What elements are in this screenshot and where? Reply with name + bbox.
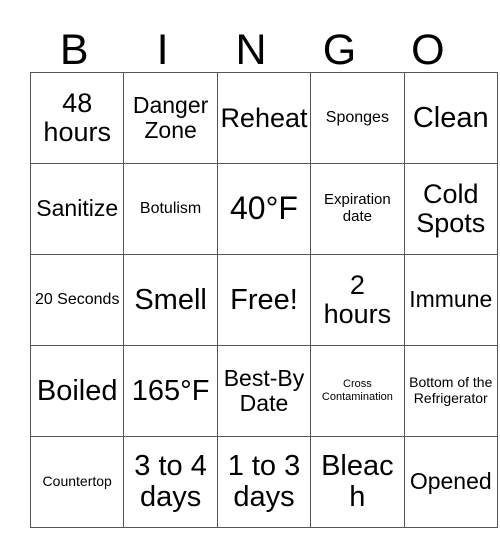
bingo-cell-label: 3 to 4 days [134, 450, 207, 513]
bingo-cell[interactable]: 48 hours [29, 72, 125, 164]
bingo-cell[interactable]: Bottom of the Refrigerator [403, 345, 498, 437]
bingo-cell-label: Expiration date [324, 191, 391, 225]
bingo-cell[interactable]: Danger Zone [123, 72, 218, 164]
bingo-grid-body: 48 hours Danger Zone Reheat Sponges Clea… [29, 72, 498, 528]
bingo-cell-label: Smell [134, 283, 207, 316]
bingo-row: Sanitize Botulism 40°F Expiration date C… [29, 163, 498, 255]
bingo-cell[interactable]: Immune [403, 254, 498, 346]
bingo-cell-label: 165°F [131, 374, 210, 407]
bingo-row: Countertop 3 to 4 days 1 to 3 days Bleac… [29, 436, 498, 528]
bingo-cell[interactable]: Boiled [29, 345, 125, 437]
bingo-cell[interactable]: Reheat [216, 72, 312, 164]
bingo-cell-label: Bleach [321, 450, 394, 513]
header-letter-b: B [59, 26, 89, 74]
bingo-cell[interactable]: Bleach [310, 436, 405, 528]
bingo-cell-label: 1 to 3 days [227, 450, 301, 513]
bingo-cell[interactable]: Clean [403, 72, 498, 164]
bingo-cell-label: Sanitize [36, 195, 119, 222]
bingo-cell-label: Best-By Date [223, 364, 305, 416]
header-letter-o: O [411, 26, 445, 74]
bingo-cell[interactable]: 3 to 4 days [123, 436, 218, 528]
bingo-cell[interactable]: Botulism [123, 163, 218, 255]
bingo-cell-label: Immune [409, 286, 493, 313]
bingo-cell-label: Opened [409, 468, 492, 495]
bingo-cell[interactable]: Sponges [310, 72, 405, 164]
bingo-cell-label: 2 hours [323, 270, 392, 329]
bingo-cell[interactable]: Cross Contamination [310, 345, 405, 437]
bingo-card: B I N G O 48 hours Danger Zone Reheat Sp… [29, 14, 498, 528]
bingo-cell[interactable]: Expiration date [310, 163, 405, 255]
bingo-cell-label: Cross Contamination [321, 378, 393, 403]
bingo-row: 48 hours Danger Zone Reheat Sponges Clea… [29, 72, 498, 164]
bingo-cell[interactable]: 165°F [123, 345, 218, 437]
bingo-grid: 48 hours Danger Zone Reheat Sponges Clea… [29, 72, 498, 528]
bingo-cell-label: Cold Spots [416, 179, 486, 238]
bingo-cell[interactable]: 40°F [216, 163, 312, 255]
bingo-row: 20 Seconds Smell Free! 2 hours Immune [29, 254, 498, 346]
bingo-cell[interactable]: 2 hours [310, 254, 405, 346]
bingo-cell-label: Clean [412, 101, 489, 134]
bingo-cell-label: Countertop [42, 473, 112, 490]
bingo-cell[interactable]: Smell [123, 254, 218, 346]
bingo-cell[interactable]: Opened [403, 436, 498, 528]
bingo-cell-label: Bottom of the Refrigerator [409, 374, 493, 406]
header-letter-n: N [235, 26, 267, 74]
bingo-cell-label: Danger Zone [132, 91, 209, 143]
bingo-cell[interactable]: 20 Seconds [29, 254, 125, 346]
bingo-cell[interactable]: Countertop [29, 436, 125, 528]
bingo-cell-free[interactable]: Free! [216, 254, 312, 346]
bingo-free-space-label: Free! [230, 283, 298, 316]
bingo-cell-label: Boiled [36, 374, 118, 407]
bingo-cell[interactable]: Cold Spots [403, 163, 498, 255]
bingo-cell-label: Botulism [139, 200, 202, 218]
header-letter-g: G [322, 26, 357, 74]
bingo-cell[interactable]: Sanitize [29, 163, 125, 255]
bingo-cell[interactable]: Best-By Date [216, 345, 312, 437]
bingo-cell-label: Reheat [220, 102, 308, 133]
bingo-cell[interactable]: 1 to 3 days [216, 436, 312, 528]
bingo-cell-label: Sponges [325, 109, 389, 127]
header-letter-i: I [156, 26, 169, 74]
bingo-cell-label: 48 hours [43, 88, 111, 147]
bingo-header-row: B I N G O [30, 14, 472, 72]
bingo-cell-label: 20 Seconds [34, 291, 120, 309]
bingo-cell-label: 40°F [230, 190, 298, 227]
bingo-row: Boiled 165°F Best-By Date Cross Contamin… [29, 345, 498, 437]
